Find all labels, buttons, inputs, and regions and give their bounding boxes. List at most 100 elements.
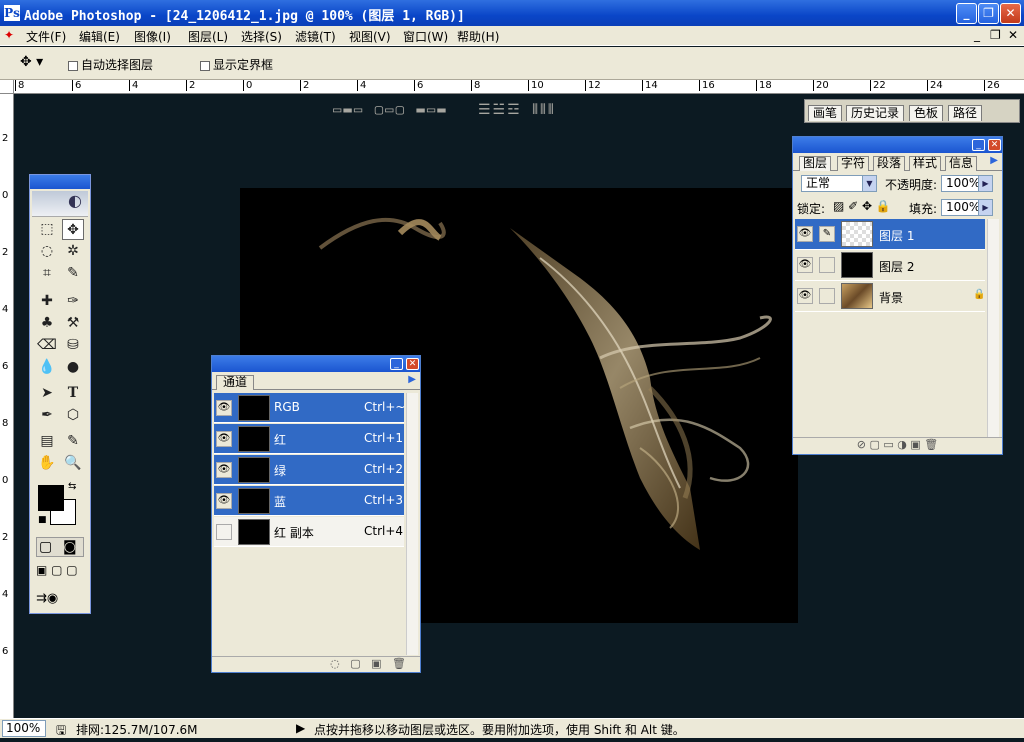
layers-scrollbar[interactable] — [987, 219, 999, 437]
layers-titlebar[interactable]: _ ✕ — [793, 137, 1002, 153]
channels-titlebar[interactable]: _ ✕ — [212, 356, 420, 372]
visibility-eye-icon[interactable]: 👁 — [216, 431, 232, 447]
toolbox-logo-icon[interactable]: ◐ — [32, 191, 88, 217]
channels-scrollbar[interactable] — [406, 393, 418, 655]
chevron-down-icon[interactable]: ▼ — [862, 176, 876, 191]
tab-channels[interactable]: 通道 — [216, 375, 255, 390]
brush-tool-icon[interactable]: ✑ — [62, 291, 84, 312]
distribute-icons[interactable]: ☰☱☲ ⫴⫴⫴ — [478, 102, 556, 118]
menu-image[interactable]: 图像(I) — [134, 28, 171, 45]
layers-footer-icons[interactable]: ⊘ ▢ ▭ ◑ ▣ 🗑 — [793, 437, 1002, 453]
menu-edit[interactable]: 编辑(E) — [79, 28, 120, 45]
eraser-tool-icon[interactable]: ⌫ — [36, 335, 58, 356]
quick-mask-buttons[interactable]: ▢ ◙ — [36, 537, 84, 557]
channel-row-red-copy[interactable]: 红 副本 Ctrl+4 — [214, 517, 404, 547]
tab-paths[interactable]: 路径 — [948, 105, 983, 121]
visibility-eye-icon[interactable]: 👁 — [216, 462, 232, 478]
visibility-eye-icon[interactable]: 👁 — [797, 257, 813, 273]
tab-character[interactable]: 字符 — [837, 156, 870, 171]
crop-tool-icon[interactable]: ⌗ — [36, 263, 58, 284]
paint-bucket-tool-icon[interactable]: ⛁ — [62, 335, 84, 356]
menu-view[interactable]: 视图(V) — [349, 28, 391, 45]
history-brush-tool-icon[interactable]: ⚒ — [62, 313, 84, 334]
magic-wand-tool-icon[interactable]: ✲ — [62, 241, 84, 262]
tab-brushes[interactable]: 画笔 — [808, 105, 843, 121]
show-bounds-checkbox[interactable]: 显示定界框 — [200, 56, 273, 73]
menu-filter[interactable]: 滤镜(T) — [295, 28, 336, 45]
opacity-field[interactable]: 100% ▶ — [941, 175, 993, 192]
doc-close-button[interactable]: ✕ — [1008, 28, 1018, 42]
pen-tool-icon[interactable]: ✒ — [36, 405, 58, 426]
layers-close-button[interactable]: ✕ — [988, 139, 1001, 151]
channels-menu-icon[interactable]: ▶ — [408, 374, 416, 385]
tab-paragraph[interactable]: 段落 — [873, 156, 906, 171]
channels-close-button[interactable]: ✕ — [406, 358, 419, 370]
menu-select[interactable]: 选择(S) — [241, 28, 282, 45]
doc-info-icon[interactable]: 🖫 — [56, 721, 66, 742]
hand-tool-icon[interactable]: ✋ — [36, 453, 58, 474]
minimize-button[interactable]: _ — [956, 3, 977, 24]
link-empty-box[interactable] — [819, 257, 835, 273]
screen-mode-icons[interactable]: ▣ ▢ ▢ — [36, 563, 84, 581]
layer-row-background[interactable]: 👁 背景 🔒 — [795, 281, 985, 312]
lock-icons[interactable]: ▨ ✐ ✥ 🔒 — [833, 199, 891, 213]
visibility-eye-icon[interactable]: 👁 — [797, 226, 813, 242]
fill-field[interactable]: 100% ▶ — [941, 199, 993, 216]
channels-footer-icons[interactable]: ◌ ▢ ▣ 🗑 — [212, 656, 420, 672]
zoom-field[interactable]: 100% — [2, 720, 46, 737]
link-empty-box[interactable] — [819, 288, 835, 304]
doc-restore-button[interactable]: ❐ — [990, 28, 1001, 42]
channel-row-blue[interactable]: 👁 蓝 Ctrl+3 — [214, 486, 404, 516]
channels-minimize-button[interactable]: _ — [390, 358, 403, 370]
layer-row-layer1[interactable]: 👁 ✎ 图层 1 — [795, 219, 985, 250]
foreground-color-swatch[interactable] — [38, 485, 64, 511]
opacity-slider-arrow-icon[interactable]: ▶ — [978, 176, 992, 191]
visibility-eye-icon[interactable]: 👁 — [216, 400, 232, 416]
menu-layer[interactable]: 图层(L) — [188, 28, 228, 45]
channel-row-rgb[interactable]: 👁 RGB Ctrl+~ — [214, 393, 405, 423]
swap-colors-icon[interactable]: ⇆ — [68, 481, 76, 492]
lasso-tool-icon[interactable]: ◌ — [36, 241, 58, 262]
menu-window[interactable]: 窗口(W) — [403, 28, 448, 45]
jump-to-imageready-icon[interactable]: ⇉◉ — [36, 591, 84, 609]
toolbox-titlebar[interactable] — [30, 175, 90, 189]
blur-tool-icon[interactable]: 💧 — [36, 357, 58, 378]
default-colors-icon[interactable]: ■ — [38, 515, 47, 525]
clone-stamp-tool-icon[interactable]: ♣ — [36, 313, 58, 334]
blend-mode-select[interactable]: 正常 ▼ — [801, 175, 877, 192]
path-select-tool-icon[interactable]: ➤ — [36, 383, 58, 404]
tab-info[interactable]: 信息 — [945, 156, 978, 171]
visibility-eye-icon[interactable]: 👁 — [216, 493, 232, 509]
visibility-eye-icon[interactable]: 👁 — [797, 288, 813, 304]
maximize-button[interactable]: ❐ — [978, 3, 999, 24]
channel-row-green[interactable]: 👁 绿 Ctrl+2 — [214, 455, 404, 485]
auto-select-checkbox[interactable]: 自动选择图层 — [68, 56, 153, 73]
visibility-toggle-empty[interactable] — [216, 524, 232, 540]
channel-row-red[interactable]: 👁 红 Ctrl+1 — [214, 424, 404, 454]
marquee-tool-icon[interactable]: ⬚ — [36, 219, 58, 240]
move-tool-icon[interactable]: ✥ — [62, 219, 84, 240]
move-tool-icon[interactable]: ✥ ▾ — [20, 54, 43, 70]
zoom-tool-icon[interactable]: 🔍 — [62, 453, 84, 474]
dodge-tool-icon[interactable]: ● — [62, 357, 84, 378]
brush-link-icon[interactable]: ✎ — [819, 226, 835, 242]
tab-swatches[interactable]: 色板 — [909, 105, 944, 121]
notes-tool-icon[interactable]: ▤ — [36, 431, 58, 452]
slice-tool-icon[interactable]: ✎ — [62, 263, 84, 284]
quick-mask-mode-icon[interactable]: ◙ — [63, 539, 77, 555]
eyedropper-tool-icon[interactable]: ✎ — [62, 431, 84, 452]
menu-help[interactable]: 帮助(H) — [457, 28, 499, 45]
menu-file[interactable]: 文件(F) — [26, 28, 66, 45]
standard-mode-icon[interactable]: ▢ — [39, 539, 52, 555]
align-icons[interactable]: ▭▬▭ ▢▭▢ ▬▭▬ — [333, 102, 448, 118]
fill-slider-arrow-icon[interactable]: ▶ — [978, 200, 992, 215]
type-tool-icon[interactable]: T — [62, 383, 84, 404]
tab-layers[interactable]: 图层 — [799, 156, 832, 171]
healing-brush-tool-icon[interactable]: ✚ — [36, 291, 58, 312]
tab-styles[interactable]: 样式 — [909, 156, 942, 171]
layers-minimize-button[interactable]: _ — [972, 139, 985, 151]
tab-history[interactable]: 历史记录 — [846, 105, 905, 121]
close-button[interactable]: ✕ — [1000, 3, 1021, 24]
layer-row-layer2[interactable]: 👁 图层 2 — [795, 250, 985, 281]
layers-menu-icon[interactable]: ▶ — [990, 155, 998, 166]
